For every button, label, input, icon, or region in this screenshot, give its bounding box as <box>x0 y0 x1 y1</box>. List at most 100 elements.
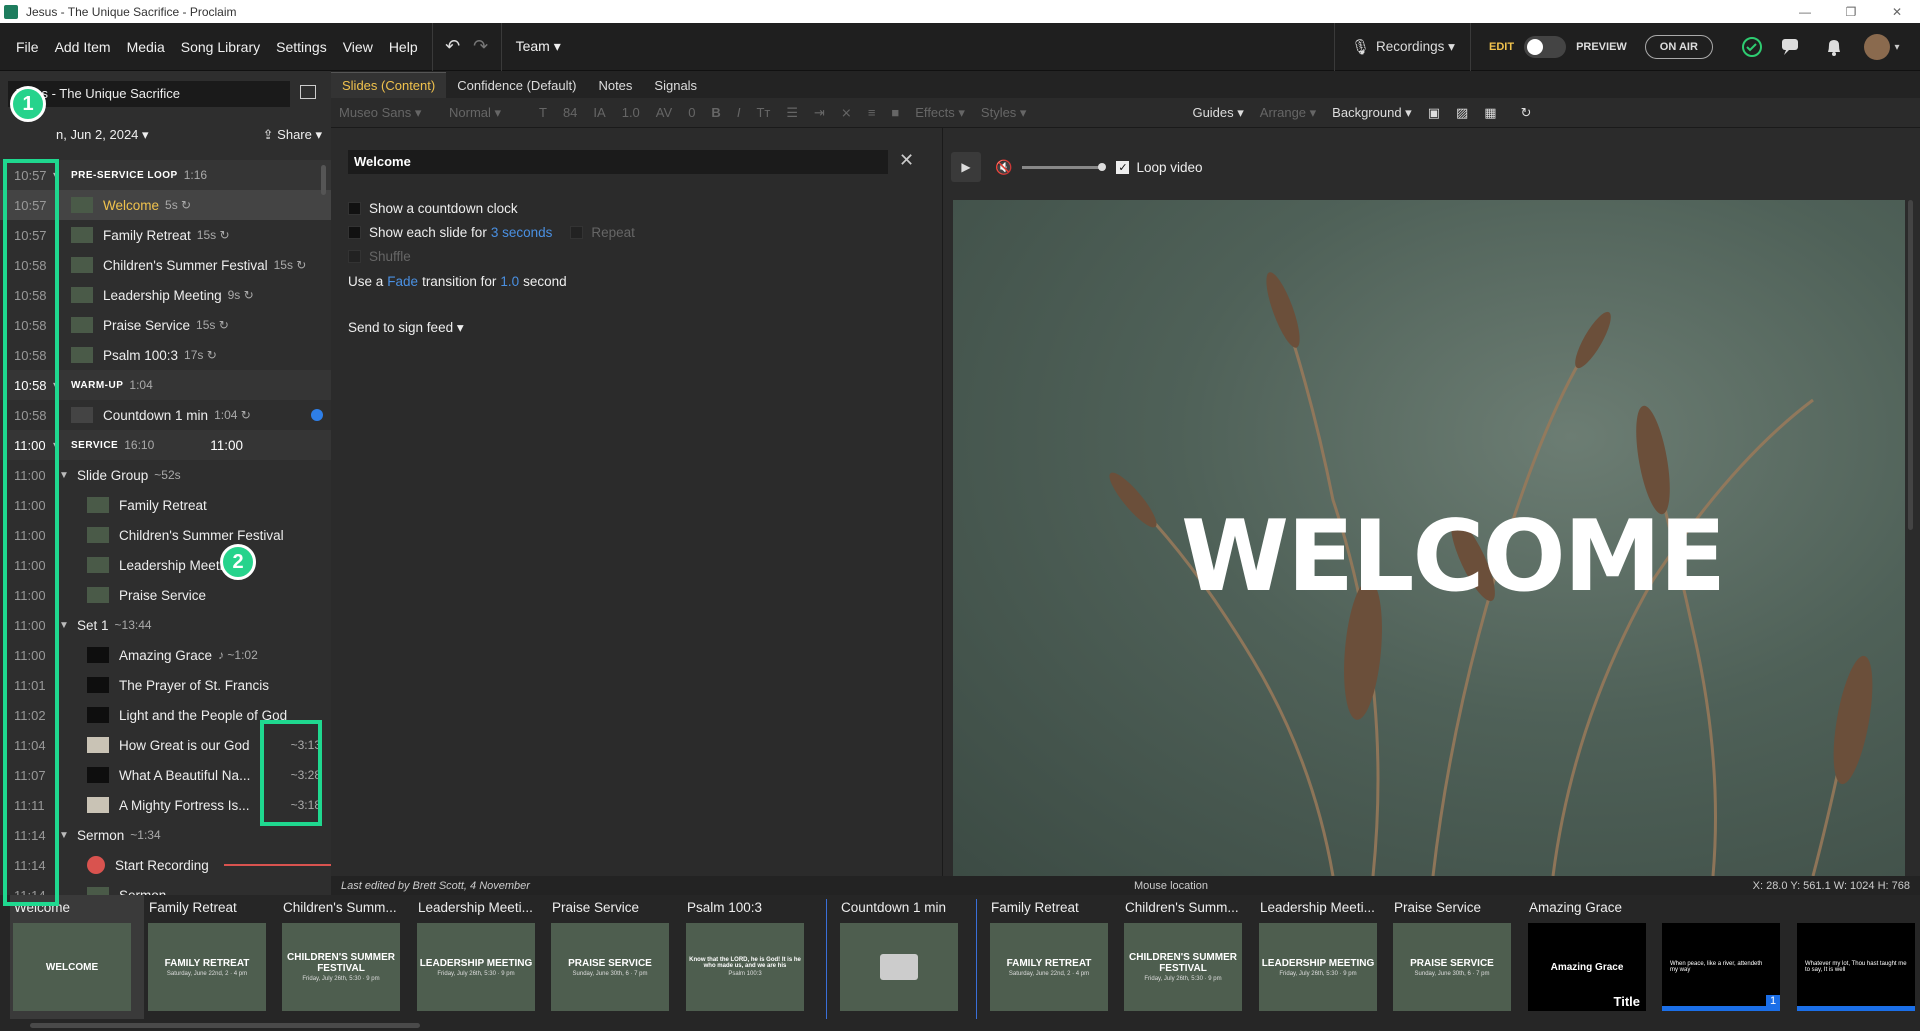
collapse-chevron-icon[interactable]: ▼ <box>59 470 77 481</box>
loop-video-option[interactable]: ✓ Loop video <box>1116 160 1203 175</box>
show-each-checkbox[interactable] <box>348 226 361 239</box>
repeat-checkbox[interactable] <box>570 226 584 239</box>
loop-checkbox[interactable]: ✓ <box>1116 160 1130 174</box>
maximize-button[interactable]: ❐ <box>1828 5 1874 19</box>
mute-icon[interactable]: 🔇 <box>995 159 1012 176</box>
slide-progress-bar <box>1662 1006 1780 1011</box>
volume-slider[interactable] <box>1022 162 1107 171</box>
chevron-down-icon: ▾ <box>1894 41 1900 53</box>
countdown-checkbox[interactable] <box>348 202 361 215</box>
service-date[interactable]: n, Jun 2, 2024 ▾ <box>56 127 149 143</box>
tab-notes[interactable]: Notes <box>587 73 643 98</box>
slide-thumbnail[interactable]: Countdown 1 min <box>837 895 977 1019</box>
background-menu[interactable]: Background ▾ <box>1324 105 1420 121</box>
redo-icon[interactable]: ↷ <box>467 36 495 57</box>
menu-add-item[interactable]: Add Item <box>47 39 119 55</box>
slide-thumbnail-image <box>840 923 958 1011</box>
line-height-input[interactable]: 1.0 <box>614 105 648 120</box>
strip-divider <box>826 899 827 1019</box>
menu-file[interactable]: File <box>8 39 47 55</box>
tab-slides-content[interactable]: Slides (Content) <box>331 72 447 98</box>
preview-scrollbar[interactable] <box>1908 200 1913 530</box>
font-size-input[interactable]: 84 <box>555 105 585 120</box>
italic-icon[interactable]: I <box>729 105 749 120</box>
font-family-select[interactable]: Museo Sans ▾ <box>331 105 441 121</box>
menu-song-library[interactable]: Song Library <box>173 39 268 55</box>
team-menu[interactable]: Team ▾ <box>508 38 569 55</box>
slide-thumbnail-title: FAMILY RETREAT <box>164 957 250 969</box>
shuffle-option[interactable]: Shuffle <box>348 249 411 264</box>
collapse-chevron-icon[interactable]: ▼ <box>59 620 77 631</box>
undo-icon[interactable]: ↶ <box>439 36 467 57</box>
seconds-link[interactable]: 3 seconds <box>491 225 553 240</box>
slide-thumbnail[interactable]: When peace, like a river, attendeth my w… <box>1659 895 1793 1019</box>
online-status-icon[interactable] <box>1732 23 1772 71</box>
image-icon[interactable]: ▨ <box>1448 105 1476 121</box>
item-thumbnail <box>87 707 109 723</box>
show-each-option[interactable]: Show each slide for 3 seconds Repeat <box>348 225 635 240</box>
tab-signals[interactable]: Signals <box>643 73 708 98</box>
notifications-bell-icon[interactable] <box>1814 23 1854 71</box>
slide-thumbnail[interactable]: Psalm 100:3 Know that the LORD, he is God… <box>683 895 817 1019</box>
collapse-chevron-icon[interactable]: ▼ <box>59 830 77 841</box>
arrange-menu[interactable]: Arrange ▾ <box>1252 105 1324 121</box>
text-box-icon[interactable]: ▣ <box>1420 105 1448 121</box>
countdown-option[interactable]: Show a countdown clock <box>348 201 518 216</box>
indent-icon[interactable]: ⇥ <box>806 105 833 121</box>
bullet-list-icon[interactable]: ☰ <box>778 105 806 121</box>
user-avatar[interactable]: ▾ <box>1858 23 1906 71</box>
menu-view[interactable]: View <box>335 39 381 55</box>
close-icon[interactable]: ✕ <box>899 150 914 171</box>
recordings-menu[interactable]: 🎙 Recordings ▾ <box>1334 23 1464 71</box>
slide-thumbnail[interactable]: Amazing Grace Amazing Grace Title <box>1525 895 1659 1019</box>
menu-help[interactable]: Help <box>381 39 426 55</box>
slide-thumbnail[interactable]: Leadership Meeti... LEADERSHIP MEETING Fri… <box>1256 895 1390 1019</box>
preview-mode-label[interactable]: PREVIEW <box>1576 41 1627 53</box>
sign-feed-menu[interactable]: Send to sign feed ▾ <box>348 320 464 336</box>
left-scrollbar[interactable] <box>321 165 326 195</box>
guides-menu[interactable]: Guides ▾ <box>1184 105 1251 121</box>
styles-menu[interactable]: Styles ▾ <box>973 105 1035 121</box>
letter-spacing-input[interactable]: 0 <box>680 105 703 120</box>
menu-settings[interactable]: Settings <box>268 39 335 55</box>
close-window-button[interactable]: ✕ <box>1874 5 1920 19</box>
slide-thumbnail[interactable]: Children's Summ... CHILDREN'S SUMMER FEST… <box>279 895 413 1019</box>
slide-name-input[interactable]: Welcome <box>348 150 888 174</box>
effects-menu[interactable]: Effects ▾ <box>907 105 973 121</box>
item-duration: 15s ↻ <box>196 228 230 242</box>
transition-type-link[interactable]: Fade <box>387 274 418 289</box>
align-icon[interactable]: ≡ <box>860 105 884 120</box>
clear-format-icon[interactable]: ⨯ <box>833 105 860 121</box>
play-icon[interactable]: ▶ <box>951 152 981 182</box>
text-case-icon[interactable]: Tт <box>748 105 778 120</box>
play-indicator-icon <box>311 409 323 421</box>
refresh-icon[interactable]: ↻ <box>1513 105 1540 121</box>
slide-thumbnail[interactable]: Welcome WELCOME <box>10 895 144 1019</box>
service-start-time[interactable]: 11:00 <box>210 438 243 453</box>
transition-seconds-link[interactable]: 1.0 <box>500 274 519 289</box>
slide-thumbnail[interactable]: Family Retreat FAMILY RETREAT Saturday, Ju… <box>987 895 1121 1019</box>
slide-thumbnail[interactable]: Whatever my lot, Thou hast taught me to … <box>1794 895 1920 1019</box>
slide-thumbnail[interactable]: Family Retreat FAMILY RETREAT Saturday, Ju… <box>145 895 279 1019</box>
color-swatch-icon[interactable]: ■ <box>883 105 907 120</box>
edit-preview-toggle[interactable] <box>1524 36 1567 58</box>
slide-thumbnail[interactable]: Praise Service PRAISE SERVICE Sunday, June… <box>1390 895 1524 1019</box>
slide-thumbnail[interactable]: Leadership Meeti... LEADERSHIP MEETING Fri… <box>414 895 548 1019</box>
edit-mode-label[interactable]: EDIT <box>1489 41 1514 53</box>
on-air-button[interactable]: ON AIR <box>1644 35 1713 59</box>
slide-preview-canvas[interactable]: WELCOME <box>953 200 1905 876</box>
tab-confidence[interactable]: Confidence (Default) <box>446 73 587 98</box>
grid-icon[interactable]: ▦ <box>1476 105 1504 121</box>
chat-icon[interactable] <box>1772 23 1812 71</box>
share-button[interactable]: ⇪ Share ▾ <box>263 127 322 143</box>
slide-thumbnail[interactable]: Praise Service PRAISE SERVICE Sunday, June… <box>548 895 682 1019</box>
bold-icon[interactable]: B <box>703 105 728 120</box>
shuffle-checkbox[interactable] <box>348 250 361 263</box>
minimize-button[interactable]: — <box>1782 5 1828 19</box>
strip-scrollbar[interactable] <box>30 1023 420 1028</box>
open-window-icon[interactable] <box>300 85 316 99</box>
menu-media[interactable]: Media <box>119 39 173 55</box>
presentation-title[interactable]: Jesus - The Unique Sacrifice <box>8 81 290 107</box>
font-weight-select[interactable]: Normal ▾ <box>441 105 531 121</box>
slide-thumbnail[interactable]: Children's Summ... CHILDREN'S SUMMER FEST… <box>1121 895 1255 1019</box>
